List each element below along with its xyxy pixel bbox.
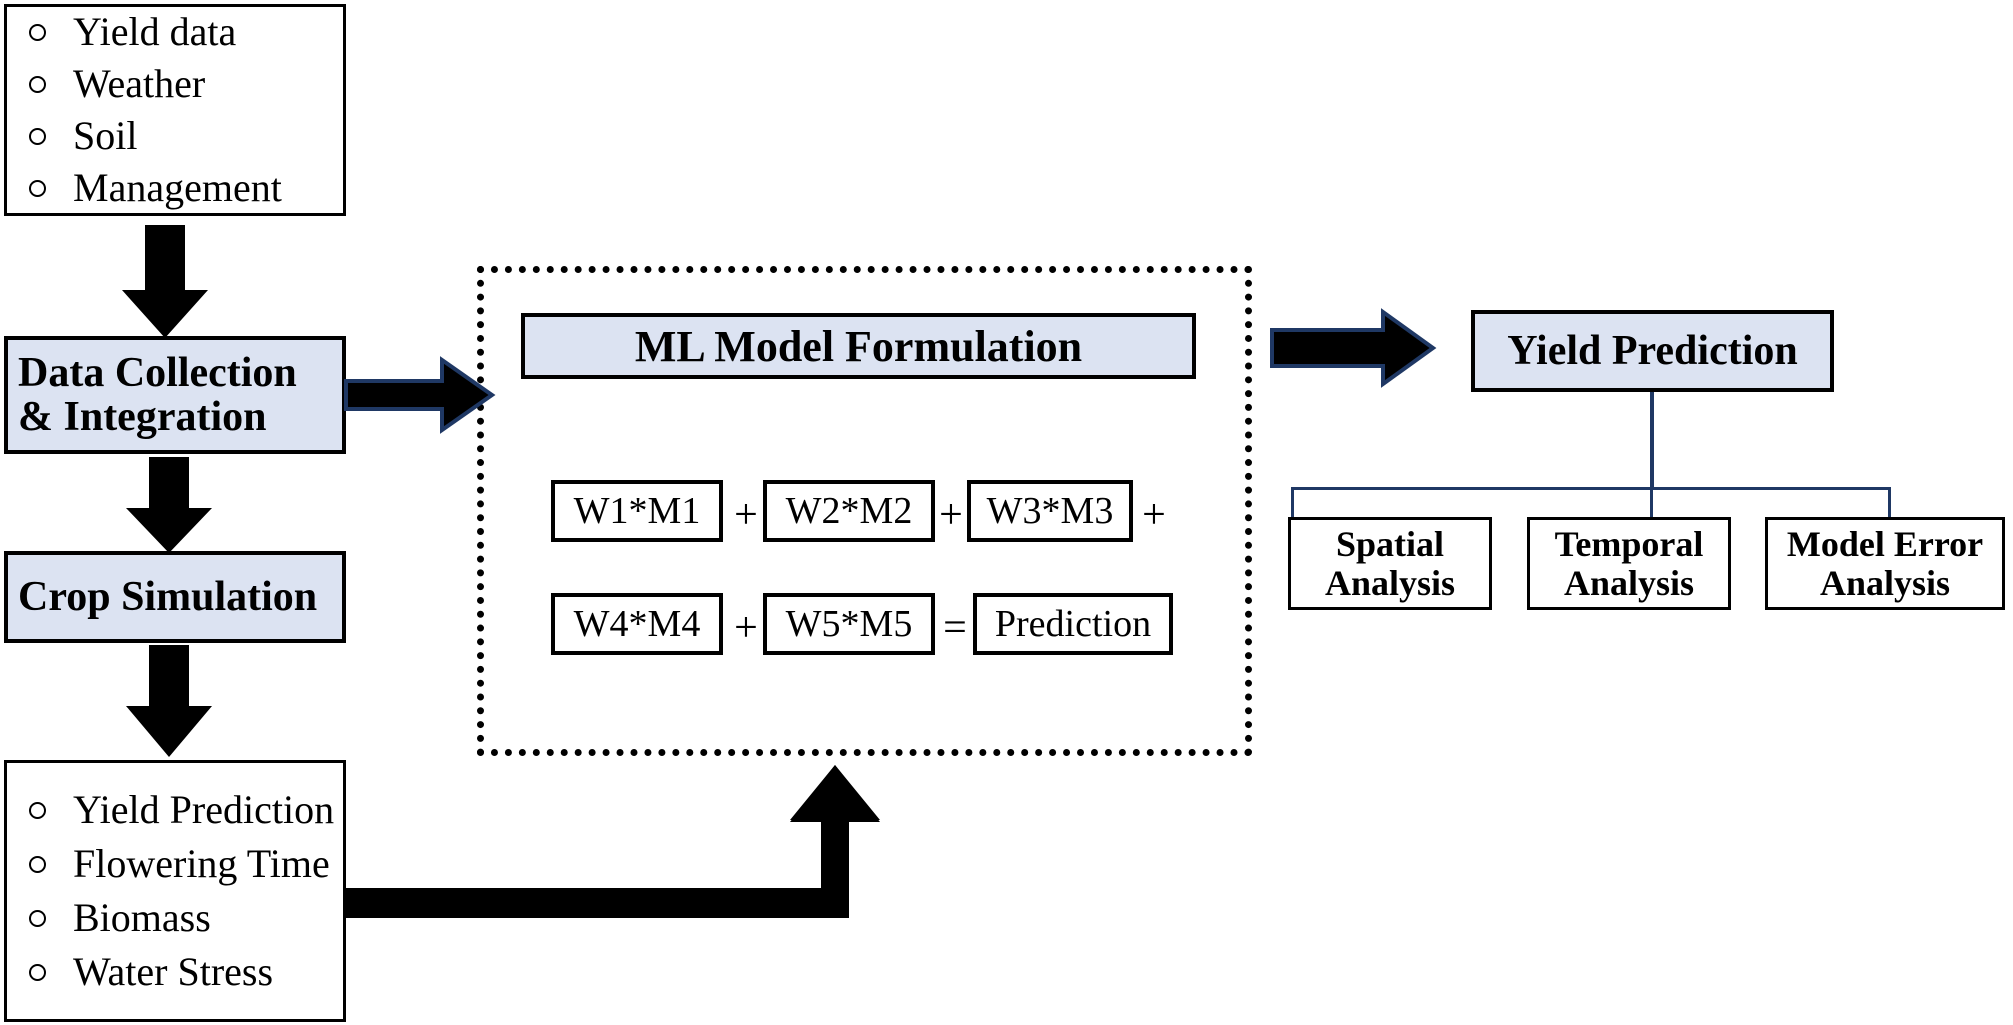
circle-bullet-icon xyxy=(29,127,46,145)
formula-operator-plus-3: + xyxy=(1142,492,1166,538)
formula-term-label: W5*M5 xyxy=(785,603,913,645)
list-item: Yield Prediction xyxy=(7,790,343,830)
formula-operator-plus-4: + xyxy=(734,605,758,651)
tree-connector-horizontal xyxy=(1291,487,1891,490)
analysis-box-temporal: Temporal Analysis xyxy=(1527,517,1731,610)
arrow-inputs-to-data-collection xyxy=(122,225,208,338)
list-item-label: Water Stress xyxy=(73,949,274,994)
list-item-label: Flowering Time xyxy=(73,841,330,886)
diagram-canvas: Yield data Weather Soil Management Data … xyxy=(0,0,2013,1025)
formula-term-label: W1*M1 xyxy=(573,490,701,532)
list-item-label: Management xyxy=(73,165,282,210)
formula-term-label: W4*M4 xyxy=(573,603,701,645)
list-item-label: Biomass xyxy=(73,895,211,940)
simulation-outputs-box: Yield Prediction Flowering Time Biomass … xyxy=(4,760,346,1022)
formula-term-w4m4: W4*M4 xyxy=(551,593,723,655)
list-item: Flowering Time xyxy=(7,844,343,884)
arrow-ml-to-yield-prediction xyxy=(1270,308,1437,388)
formula-operator-plus-2: + xyxy=(939,492,963,538)
ml-model-formulation-header: ML Model Formulation xyxy=(521,313,1196,379)
formula-term-label: W3*M3 xyxy=(986,490,1114,532)
tree-connector-vertical-root xyxy=(1650,392,1654,489)
formula-operator-equals: = xyxy=(943,605,967,651)
arrow-data-collection-to-ml xyxy=(344,356,496,434)
formula-term-prediction: Prediction xyxy=(973,593,1173,655)
stage-crop-simulation-box: Crop Simulation xyxy=(4,551,346,643)
yield-prediction-box: Yield Prediction xyxy=(1471,310,1834,392)
stage-data-collection-label: Data Collection & Integration xyxy=(18,349,297,440)
tree-connector-vertical-temporal xyxy=(1650,487,1653,519)
tree-connector-vertical-model-error xyxy=(1888,487,1891,519)
analysis-label: Temporal Analysis xyxy=(1554,523,1704,603)
arrow-outputs-feedback-to-ml xyxy=(346,765,880,918)
formula-term-w2m2: W2*M2 xyxy=(763,480,935,542)
analysis-box-spatial: Spatial Analysis xyxy=(1288,517,1492,610)
circle-bullet-icon xyxy=(29,75,46,93)
yield-prediction-label: Yield Prediction xyxy=(1507,328,1798,374)
list-item: Management xyxy=(7,168,343,208)
list-item: Water Stress xyxy=(7,952,343,992)
list-item: Soil xyxy=(7,116,343,156)
formula-term-w5m5: W5*M5 xyxy=(763,593,935,655)
ml-model-formulation-label: ML Model Formulation xyxy=(634,321,1083,371)
circle-bullet-icon xyxy=(29,801,46,819)
circle-bullet-icon xyxy=(29,909,46,927)
arrow-outputs-feedback-shaft xyxy=(346,888,823,918)
circle-bullet-icon xyxy=(29,179,46,197)
formula-operator-plus-1: + xyxy=(734,492,758,538)
list-item: Yield data xyxy=(7,12,343,52)
list-item-label: Weather xyxy=(73,61,206,106)
stage-crop-simulation-label: Crop Simulation xyxy=(18,573,318,620)
analysis-label: Model Error Analysis xyxy=(1786,523,1984,603)
list-item-label: Yield data xyxy=(73,9,237,54)
list-item: Biomass xyxy=(7,898,343,938)
list-item-label: Yield Prediction xyxy=(73,787,335,832)
list-item: Weather xyxy=(7,64,343,104)
circle-bullet-icon xyxy=(29,855,46,873)
formula-term-w3m3: W3*M3 xyxy=(967,480,1133,542)
arrow-outputs-feedback-head xyxy=(790,765,880,918)
formula-term-label: W2*M2 xyxy=(785,490,913,532)
stage-data-collection-box: Data Collection & Integration xyxy=(4,336,346,454)
formula-term-w1m1: W1*M1 xyxy=(551,480,723,542)
list-item-label: Soil xyxy=(73,113,138,158)
analysis-label: Spatial Analysis xyxy=(1324,523,1456,603)
circle-bullet-icon xyxy=(29,963,46,981)
analysis-box-model-error: Model Error Analysis xyxy=(1765,517,2005,610)
data-inputs-box: Yield data Weather Soil Management xyxy=(4,4,346,216)
tree-connector-vertical-spatial xyxy=(1291,487,1294,519)
arrow-crop-simulation-to-outputs xyxy=(126,645,212,757)
formula-term-label: Prediction xyxy=(994,603,1152,645)
circle-bullet-icon xyxy=(29,23,46,41)
arrow-data-collection-to-crop-simulation xyxy=(126,457,212,553)
